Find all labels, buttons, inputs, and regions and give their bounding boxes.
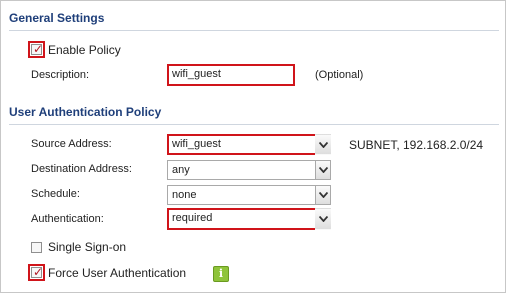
source-address-select[interactable]: wifi_guest xyxy=(167,134,331,155)
destination-address-label: Destination Address: xyxy=(31,163,132,175)
schedule-value: none xyxy=(167,185,315,205)
checkmark-icon: ✓ xyxy=(33,42,44,56)
source-address-label: Source Address: xyxy=(31,138,112,150)
checkmark-icon: ✓ xyxy=(33,265,44,279)
single-sign-on-label: Single Sign-on xyxy=(48,240,127,254)
chevron-down-icon[interactable] xyxy=(315,208,331,230)
settings-panel: General Settings ✓ Enable Policy Descrip… xyxy=(0,0,506,293)
force-user-auth-checkbox[interactable]: ✓ xyxy=(28,264,45,281)
authentication-value: required xyxy=(172,212,213,224)
description-label: Description: xyxy=(31,69,90,81)
general-settings-title: General Settings xyxy=(9,11,105,25)
source-address-detail: SUBNET, 192.168.2.0/24 xyxy=(349,138,484,152)
chevron-down-icon[interactable] xyxy=(315,185,331,205)
force-user-auth-label: Force User Authentication xyxy=(48,266,187,280)
chevron-down-icon[interactable] xyxy=(315,160,331,180)
general-settings-divider xyxy=(9,30,499,31)
schedule-select[interactable]: none xyxy=(167,185,331,205)
authentication-label: Authentication: xyxy=(31,213,104,225)
source-address-value: wifi_guest xyxy=(172,138,221,150)
info-icon[interactable]: i xyxy=(213,266,229,282)
description-input[interactable]: wifi_guest xyxy=(167,64,295,86)
schedule-label: Schedule: xyxy=(31,188,80,200)
destination-address-select[interactable]: any xyxy=(167,160,331,180)
single-sign-on-checkbox[interactable] xyxy=(31,242,42,253)
chevron-down-icon[interactable] xyxy=(315,134,331,155)
authentication-select[interactable]: required xyxy=(167,208,331,230)
enable-policy-checkbox[interactable]: ✓ xyxy=(28,41,45,58)
user-auth-policy-title: User Authentication Policy xyxy=(9,105,162,119)
enable-policy-label: Enable Policy xyxy=(48,43,121,57)
destination-address-value: any xyxy=(167,160,315,180)
user-auth-policy-divider xyxy=(9,124,499,125)
description-optional-hint: (Optional) xyxy=(315,69,364,81)
